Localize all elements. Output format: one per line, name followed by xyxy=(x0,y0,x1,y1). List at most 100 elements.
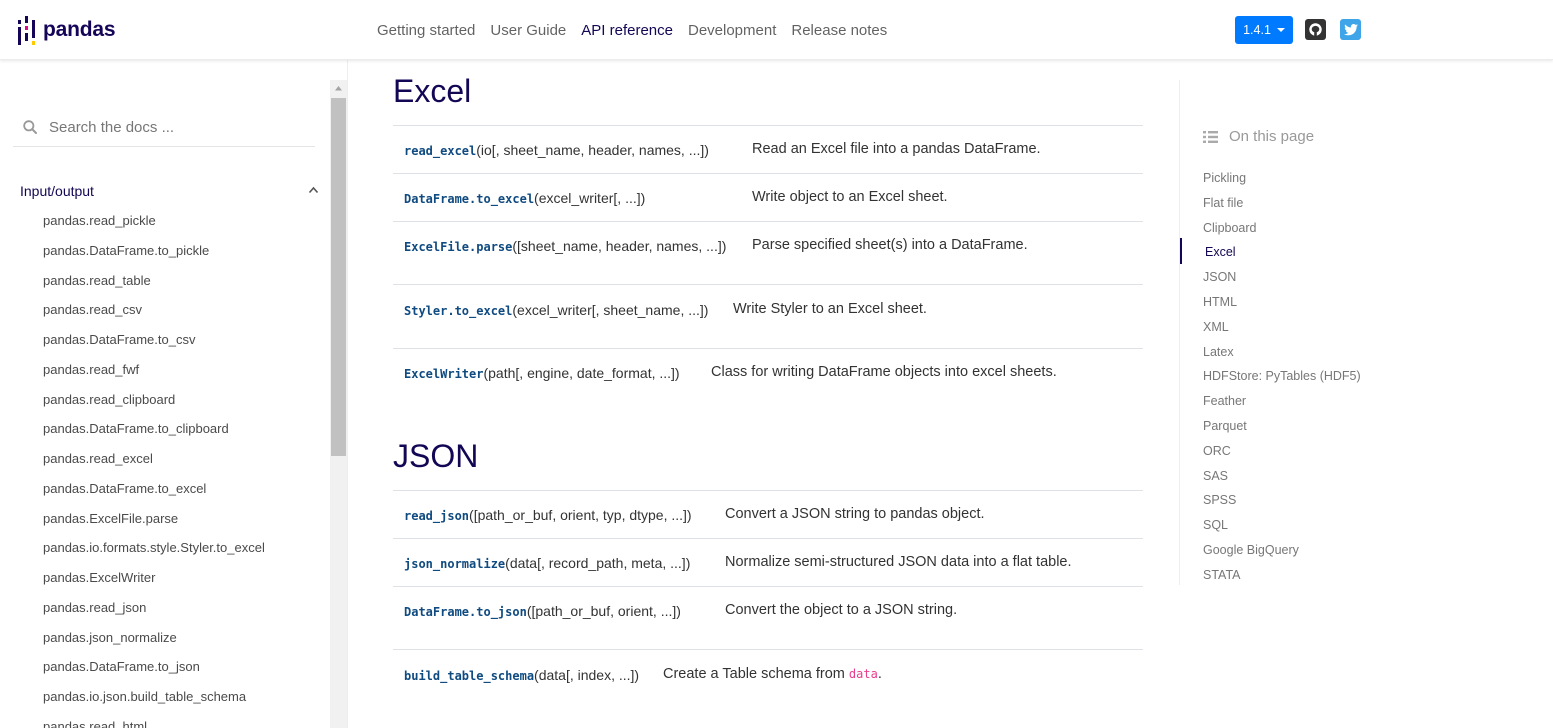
api-description: Normalize semi-structured JSON data into… xyxy=(725,554,1072,570)
toc-item-stata[interactable]: STATA xyxy=(1203,565,1361,590)
twitter-link[interactable] xyxy=(1340,19,1361,40)
sidebar-item-read-pickle[interactable]: pandas.read_pickle xyxy=(43,211,265,241)
toc-item-xml[interactable]: XML xyxy=(1203,317,1361,342)
api-link-dataframe-to-excel[interactable]: DataFrame.to_excel xyxy=(404,192,534,206)
search-input[interactable] xyxy=(47,114,311,140)
table-row: json_normalize(data[, record_path, meta,… xyxy=(393,538,1143,586)
api-signature: Styler.to_excel(excel_writer[, sheet_nam… xyxy=(404,302,708,318)
api-signature: ExcelFile.parse([sheet_name, header, nam… xyxy=(404,238,726,254)
sidebar-item-dataframe-to-csv[interactable]: pandas.DataFrame.to_csv xyxy=(43,330,265,360)
toc-active-indicator xyxy=(1180,238,1182,264)
sidebar-item-excelwriter[interactable]: pandas.ExcelWriter xyxy=(43,568,265,598)
search-box xyxy=(13,109,315,147)
toc-item-sas[interactable]: SAS xyxy=(1203,466,1361,491)
search-icon xyxy=(23,120,37,134)
api-signature: read_excel(io[, sheet_name, header, name… xyxy=(404,142,709,158)
api-description: Convert the object to a JSON string. xyxy=(725,602,958,618)
version-dropdown-button[interactable]: 1.4.1 xyxy=(1235,16,1293,44)
sidebar-item-dataframe-to-clipboard[interactable]: pandas.DataFrame.to_clipboard xyxy=(43,419,265,449)
sidebar-item-read-json[interactable]: pandas.read_json xyxy=(43,598,265,628)
sidebar-item-dataframe-to-json[interactable]: pandas.DataFrame.to_json xyxy=(43,657,265,687)
inline-code: data xyxy=(848,667,878,681)
api-args: (data[, record_path, meta, ...]) xyxy=(505,555,691,571)
pandas-logo[interactable]: pandas xyxy=(17,14,116,46)
main-nav: Getting started User Guide API reference… xyxy=(377,0,902,60)
sidebar-item-read-table[interactable]: pandas.read_table xyxy=(43,271,265,301)
api-args: (excel_writer[, ...]) xyxy=(534,190,646,206)
api-signature: DataFrame.to_excel(excel_writer[, ...]) xyxy=(404,190,645,206)
github-icon xyxy=(1305,19,1326,40)
nav-getting-started[interactable]: Getting started xyxy=(377,22,475,39)
scrollbar-thumb[interactable] xyxy=(331,98,346,456)
api-link-json-normalize[interactable]: json_normalize xyxy=(404,557,505,571)
toc-item-json[interactable]: JSON xyxy=(1203,267,1361,292)
toc-item-pickling[interactable]: Pickling xyxy=(1203,168,1361,193)
toc-item-google-bigquery[interactable]: Google BigQuery xyxy=(1203,540,1361,565)
sidebar-item-json-normalize[interactable]: pandas.json_normalize xyxy=(43,628,265,658)
toc-list: Pickling Flat file Clipboard Excel JSON … xyxy=(1203,168,1361,590)
nav-release-notes[interactable]: Release notes xyxy=(791,22,887,39)
api-link-excelfile-parse[interactable]: ExcelFile.parse xyxy=(404,240,512,254)
table-row: Styler.to_excel(excel_writer[, sheet_nam… xyxy=(393,284,1143,348)
sidebar-item-styler-to-excel[interactable]: pandas.io.formats.style.Styler.to_excel xyxy=(43,538,265,568)
sidebar-item-read-clipboard[interactable]: pandas.read_clipboard xyxy=(43,390,265,420)
api-link-dataframe-to-json[interactable]: DataFrame.to_json xyxy=(404,605,527,619)
toc-item-excel[interactable]: Excel xyxy=(1203,242,1361,267)
left-sidebar: Input/output pandas.read_pickle pandas.D… xyxy=(0,61,330,728)
sidebar-item-read-html[interactable]: pandas.read_html xyxy=(43,717,265,728)
sidebar-item-excelfile-parse[interactable]: pandas.ExcelFile.parse xyxy=(43,509,265,539)
toc-item-spss[interactable]: SPSS xyxy=(1203,490,1361,515)
sidebar-item-read-csv[interactable]: pandas.read_csv xyxy=(43,300,265,330)
toc-item-latex[interactable]: Latex xyxy=(1203,342,1361,367)
sidebar-list: pandas.read_pickle pandas.DataFrame.to_p… xyxy=(43,211,265,728)
sidebar-item-read-fwf[interactable]: pandas.read_fwf xyxy=(43,360,265,390)
api-signature: build_table_schema(data[, index, ...]) xyxy=(404,667,639,683)
table-row: ExcelWriter(path[, engine, date_format, … xyxy=(393,348,1143,404)
nav-development[interactable]: Development xyxy=(688,22,776,39)
toc-item-html[interactable]: HTML xyxy=(1203,292,1361,317)
toc-item-flat-file[interactable]: Flat file xyxy=(1203,193,1361,218)
toc-title: On this page xyxy=(1229,128,1315,145)
sidebar-item-dataframe-to-excel[interactable]: pandas.DataFrame.to_excel xyxy=(43,479,265,509)
api-description: Read an Excel file into a pandas DataFra… xyxy=(752,141,1041,157)
api-signature: json_normalize(data[, record_path, meta,… xyxy=(404,555,690,571)
api-link-read-json[interactable]: read_json xyxy=(404,509,469,523)
caret-down-icon xyxy=(1276,28,1285,32)
sidebar-item-read-excel[interactable]: pandas.read_excel xyxy=(43,449,265,479)
api-args: (io[, sheet_name, header, names, ...]) xyxy=(476,142,709,158)
sidebar-item-build-table-schema[interactable]: pandas.io.json.build_table_schema xyxy=(43,687,265,717)
chevron-up-icon[interactable] xyxy=(308,186,319,194)
sidebar-scrollbar[interactable] xyxy=(330,80,347,728)
section-title-excel: Excel xyxy=(393,73,472,109)
top-navbar: pandas Getting started User Guide API re… xyxy=(0,0,1553,60)
toc-item-parquet[interactable]: Parquet xyxy=(1203,416,1361,441)
sidebar-section-input-output[interactable]: Input/output xyxy=(20,183,322,203)
api-signature: DataFrame.to_json([path_or_buf, orient, … xyxy=(404,603,681,619)
api-description-text: Create a Table schema from xyxy=(663,666,849,682)
table-row: ExcelFile.parse([sheet_name, header, nam… xyxy=(393,221,1143,284)
toc-item-clipboard[interactable]: Clipboard xyxy=(1203,218,1361,243)
table-row: DataFrame.to_excel(excel_writer[, ...]) … xyxy=(393,173,1143,221)
api-description-end: . xyxy=(877,666,882,682)
api-link-build-table-schema[interactable]: build_table_schema xyxy=(404,669,534,683)
toc-item-orc[interactable]: ORC xyxy=(1203,441,1361,466)
section-title-json: JSON xyxy=(393,438,479,474)
api-args: ([path_or_buf, orient, typ, dtype, ...]) xyxy=(469,507,692,523)
api-link-excelwriter[interactable]: ExcelWriter xyxy=(404,367,483,381)
scroll-up-arrow-icon[interactable] xyxy=(330,80,347,97)
toc-item-feather[interactable]: Feather xyxy=(1203,391,1361,416)
toc-heading: On this page xyxy=(1203,128,1314,145)
api-link-read-excel[interactable]: read_excel xyxy=(404,144,476,158)
github-link[interactable] xyxy=(1305,19,1326,40)
api-description: Parse specified sheet(s) into a DataFram… xyxy=(752,237,1028,253)
toc-item-sql[interactable]: SQL xyxy=(1203,515,1361,540)
toc-border xyxy=(1179,80,1180,585)
sidebar-item-dataframe-to-pickle[interactable]: pandas.DataFrame.to_pickle xyxy=(43,241,265,271)
api-args: ([path_or_buf, orient, ...]) xyxy=(526,603,681,619)
api-args: (data[, index, ...]) xyxy=(534,667,640,683)
api-args: (excel_writer[, sheet_name, ...]) xyxy=(512,302,709,318)
toc-item-hdfstore[interactable]: HDFStore: PyTables (HDF5) xyxy=(1203,366,1361,391)
nav-api-reference[interactable]: API reference xyxy=(581,22,673,39)
nav-user-guide[interactable]: User Guide xyxy=(490,22,566,39)
api-link-styler-to-excel[interactable]: Styler.to_excel xyxy=(404,304,512,318)
